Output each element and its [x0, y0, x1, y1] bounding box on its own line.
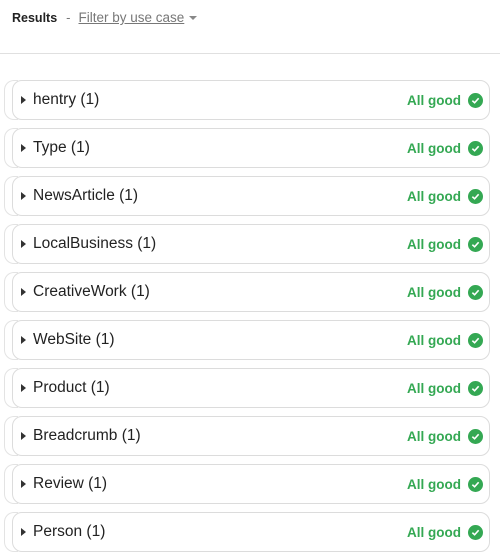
- expand-triangle-icon[interactable]: [21, 528, 26, 536]
- result-row: hentry (1) All good: [0, 78, 500, 126]
- result-card-localbusiness[interactable]: LocalBusiness (1) All good: [12, 224, 490, 264]
- result-label: Breadcrumb (1): [33, 427, 141, 444]
- check-circle-icon: [468, 92, 483, 108]
- check-circle-icon: [468, 476, 483, 492]
- status-text: All good: [407, 140, 461, 156]
- expand-triangle-icon[interactable]: [21, 432, 26, 440]
- results-toolbar: Results - Filter by use case: [12, 10, 198, 25]
- header-separator: -: [66, 10, 71, 25]
- expand-triangle-icon[interactable]: [21, 192, 26, 200]
- result-card-breadcrumb[interactable]: Breadcrumb (1) All good: [12, 416, 490, 456]
- status-text: All good: [407, 236, 461, 252]
- result-label: Review (1): [33, 475, 108, 492]
- result-label: NewsArticle (1): [33, 187, 139, 204]
- result-row: Type (1) All good: [0, 126, 500, 174]
- result-row: Person (1) All good: [0, 510, 500, 558]
- check-circle-icon: [468, 428, 483, 444]
- filter-by-use-case-dropdown[interactable]: Filter by use case: [79, 10, 198, 25]
- result-row: Review (1) All good: [0, 462, 500, 510]
- check-circle-icon: [468, 284, 483, 300]
- result-label: hentry (1): [33, 91, 100, 108]
- status-text: All good: [407, 332, 461, 348]
- result-card-product[interactable]: Product (1) All good: [12, 368, 490, 408]
- check-circle-icon: [468, 236, 483, 252]
- result-row: CreativeWork (1) All good: [0, 270, 500, 318]
- result-row: WebSite (1) All good: [0, 318, 500, 366]
- status-text: All good: [407, 380, 461, 396]
- result-card-website[interactable]: WebSite (1) All good: [12, 320, 490, 360]
- result-label: Person (1): [33, 523, 106, 540]
- result-card-newsarticle[interactable]: NewsArticle (1) All good: [12, 176, 490, 216]
- check-circle-icon: [468, 380, 483, 396]
- expand-triangle-icon[interactable]: [21, 144, 26, 152]
- result-card-person[interactable]: Person (1) All good: [12, 512, 490, 552]
- status-text: All good: [407, 476, 461, 492]
- status-text: All good: [407, 284, 461, 300]
- result-label: CreativeWork (1): [33, 283, 150, 300]
- expand-triangle-icon[interactable]: [21, 240, 26, 248]
- caret-down-icon: [189, 15, 198, 20]
- check-circle-icon: [468, 332, 483, 348]
- results-title: Results: [12, 10, 58, 25]
- result-card-hentry[interactable]: hentry (1) All good: [12, 80, 490, 120]
- result-card-type[interactable]: Type (1) All good: [12, 128, 490, 168]
- result-row: Breadcrumb (1) All good: [0, 414, 500, 462]
- check-circle-icon: [468, 188, 483, 204]
- result-row: Product (1) All good: [0, 366, 500, 414]
- result-label: LocalBusiness (1): [33, 235, 157, 252]
- result-row: NewsArticle (1) All good: [0, 174, 500, 222]
- expand-triangle-icon[interactable]: [21, 336, 26, 344]
- result-card-review[interactable]: Review (1) All good: [12, 464, 490, 504]
- expand-triangle-icon[interactable]: [21, 96, 26, 104]
- filter-label: Filter by use case: [78, 10, 185, 25]
- result-label: Product (1): [33, 379, 110, 396]
- check-circle-icon: [468, 524, 483, 540]
- results-list: hentry (1) All good Type (1) All good Ne…: [0, 78, 500, 558]
- status-text: All good: [407, 92, 461, 108]
- expand-triangle-icon[interactable]: [21, 288, 26, 296]
- expand-triangle-icon[interactable]: [21, 480, 26, 488]
- status-text: All good: [407, 524, 461, 540]
- result-row: LocalBusiness (1) All good: [0, 222, 500, 270]
- result-label: WebSite (1): [33, 331, 115, 348]
- status-text: All good: [407, 188, 461, 204]
- result-card-creativework[interactable]: CreativeWork (1) All good: [12, 272, 490, 312]
- results-header: Results - Filter by use case: [0, 0, 500, 54]
- status-text: All good: [407, 428, 461, 444]
- check-circle-icon: [468, 140, 483, 156]
- expand-triangle-icon[interactable]: [21, 384, 26, 392]
- result-label: Type (1): [33, 139, 90, 156]
